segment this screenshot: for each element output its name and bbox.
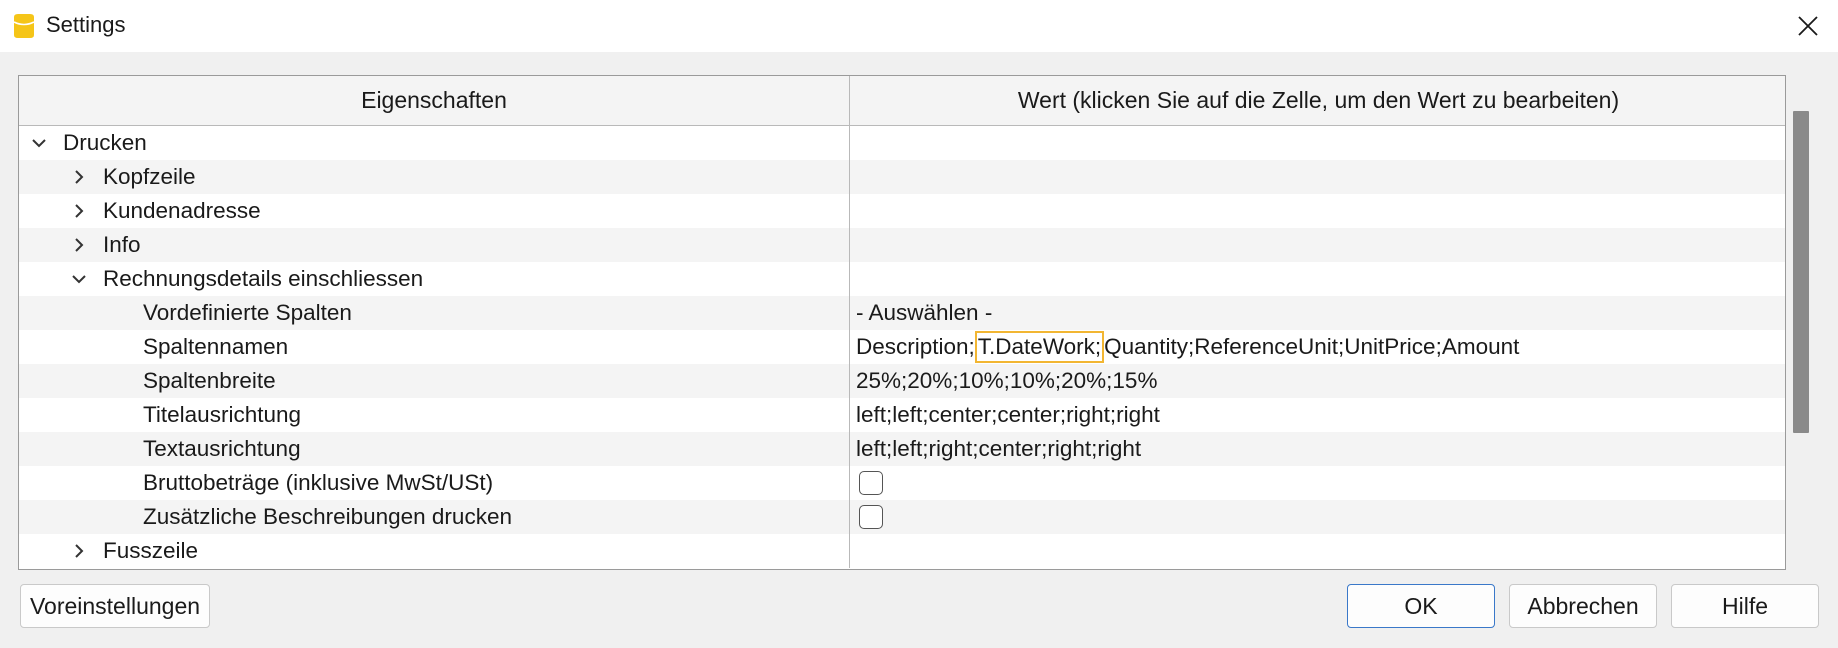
value-text-after: Quantity;ReferenceUnit;UnitPrice;Amount: [1104, 334, 1520, 359]
chevron-right-icon[interactable]: [69, 534, 89, 568]
column-header-value[interactable]: Wert (klicken Sie auf die Zelle, um den …: [850, 76, 1785, 125]
property-row-titelausrichtung[interactable]: Titelausrichtung left;left;center;center…: [19, 398, 1785, 432]
tree-row-kundenadresse[interactable]: Kundenadresse: [19, 194, 1785, 228]
close-icon: [1798, 16, 1818, 36]
close-button[interactable]: [1788, 6, 1828, 46]
tree-row-drucken[interactable]: Drucken: [19, 126, 1785, 160]
tree-row-info[interactable]: Info: [19, 228, 1785, 262]
banana-app-icon: [13, 14, 35, 38]
property-label: Bruttobeträge (inklusive MwSt/USt): [143, 470, 494, 495]
tree-row-kopfzeile[interactable]: Kopfzeile: [19, 160, 1785, 194]
column-header-properties[interactable]: Eigenschaften: [19, 76, 850, 125]
property-rows: Drucken Kopfzeile Kundenadresse Info Rec…: [19, 126, 1785, 568]
value-cell[interactable]: [850, 262, 1785, 296]
tree-row-fusszeile[interactable]: Fusszeile: [19, 534, 1785, 568]
value-text-before: Description;: [856, 334, 975, 359]
property-label: Textausrichtung: [143, 436, 301, 461]
tree-row-rechnungsdetails[interactable]: Rechnungsdetails einschliessen: [19, 262, 1785, 296]
property-row-textausrichtung[interactable]: Textausrichtung left;left;right;center;r…: [19, 432, 1785, 466]
ok-button[interactable]: OK: [1347, 584, 1495, 628]
text-alignment-value[interactable]: left;left;right;center;right;right: [850, 432, 1785, 466]
chevron-right-icon[interactable]: [69, 194, 89, 228]
grid-header: Eigenschaften Wert (klicken Sie auf die …: [19, 76, 1785, 126]
scrollbar-thumb[interactable]: [1793, 111, 1809, 433]
highlighted-value: T.DateWork;: [974, 331, 1105, 363]
window-title: Settings: [46, 12, 126, 37]
tree-row-label: Kundenadresse: [103, 198, 261, 223]
title-bar: Settings: [0, 0, 1838, 52]
property-label: Spaltenbreite: [143, 368, 276, 393]
property-row-vordefinierte-spalten[interactable]: Vordefinierte Spalten - Auswählen -: [19, 296, 1785, 330]
help-button[interactable]: Hilfe: [1671, 584, 1819, 628]
gross-amounts-checkbox[interactable]: [859, 471, 883, 495]
defaults-button[interactable]: Voreinstellungen: [20, 584, 210, 628]
tree-row-label: Kopfzeile: [103, 164, 196, 189]
tree-row-label: Info: [103, 232, 141, 257]
column-widths-value[interactable]: 25%;20%;10%;10%;20%;15%: [850, 364, 1785, 398]
properties-grid: Eigenschaften Wert (klicken Sie auf die …: [18, 75, 1786, 570]
value-cell[interactable]: [850, 228, 1785, 262]
chevron-right-icon[interactable]: [69, 160, 89, 194]
cancel-button[interactable]: Abbrechen: [1509, 584, 1657, 628]
vertical-scrollbar[interactable]: [1790, 76, 1812, 569]
property-label: Zusätzliche Beschreibungen drucken: [143, 504, 512, 529]
property-label: Titelausrichtung: [143, 402, 301, 427]
property-row-bruttobetraege[interactable]: Bruttobeträge (inklusive MwSt/USt): [19, 466, 1785, 500]
chevron-down-icon[interactable]: [29, 126, 49, 160]
property-row-zusaetzliche-beschreibungen[interactable]: Zusätzliche Beschreibungen drucken: [19, 500, 1785, 534]
title-alignment-value[interactable]: left;left;center;center;right;right: [850, 398, 1785, 432]
additional-descriptions-checkbox[interactable]: [859, 505, 883, 529]
chevron-right-icon[interactable]: [69, 228, 89, 262]
column-names-value[interactable]: Description; T.DateWork; Quantity;Referenc…: [850, 330, 1785, 364]
value-cell[interactable]: [850, 534, 1785, 568]
tree-row-label: Rechnungsdetails einschliessen: [103, 266, 424, 291]
property-row-spaltenbreite[interactable]: Spaltenbreite 25%;20%;10%;10%;20%;15%: [19, 364, 1785, 398]
chevron-down-icon[interactable]: [69, 262, 89, 296]
predefined-columns-dropdown[interactable]: - Auswählen -: [850, 296, 1785, 330]
tree-row-label: Drucken: [63, 130, 147, 155]
tree-row-label: Fusszeile: [103, 538, 199, 563]
value-cell[interactable]: [850, 126, 1785, 160]
property-label: Vordefinierte Spalten: [143, 300, 352, 325]
property-label: Spaltennamen: [143, 334, 289, 359]
value-cell[interactable]: [850, 160, 1785, 194]
property-row-spaltennamen[interactable]: Spaltennamen Description; T.DateWork; Quan…: [19, 330, 1785, 364]
value-cell[interactable]: [850, 194, 1785, 228]
